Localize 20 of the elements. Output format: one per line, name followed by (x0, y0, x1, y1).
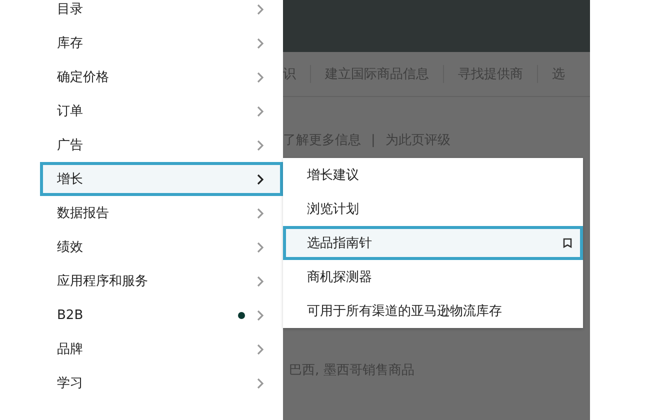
separator-text: | (371, 132, 376, 148)
menu-item[interactable]: 增长 (40, 162, 283, 196)
chevron-right-icon (257, 208, 264, 218)
submenu-item[interactable]: 增长建议 (283, 158, 583, 192)
chevron-right-icon (257, 378, 264, 388)
submenu-item[interactable]: 可用于所有渠道的亚马逊物流库存 (283, 294, 583, 328)
chevron-right-icon (257, 310, 264, 320)
chevron-right-icon (257, 4, 264, 14)
submenu-item[interactable]: 商机探测器 (283, 260, 583, 294)
chevron-right-icon (257, 344, 264, 354)
submenu-item[interactable]: 浏览计划 (283, 192, 583, 226)
chevron-right-icon (257, 72, 264, 82)
chevron-right-icon (257, 106, 264, 116)
chevron-right-icon (257, 242, 264, 252)
chevron-right-icon (257, 140, 264, 150)
bookmark-icon[interactable] (563, 238, 572, 248)
chevron-right-icon (257, 38, 264, 48)
chevron-right-icon (257, 174, 264, 184)
chevron-right-icon (257, 276, 264, 286)
submenu-item[interactable]: 选品指南针 (283, 226, 583, 260)
